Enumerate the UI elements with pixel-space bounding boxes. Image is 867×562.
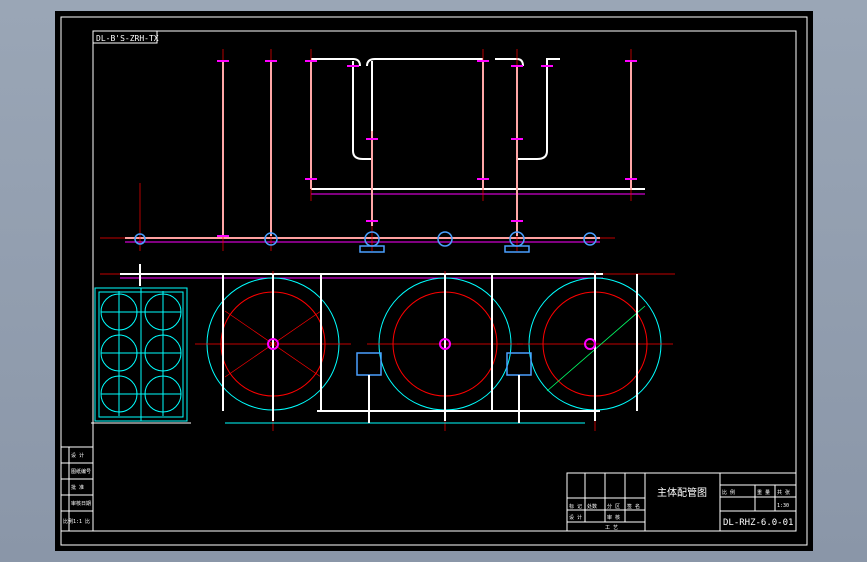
sheet-label: 共 张 <box>777 489 790 496</box>
tank-1 <box>195 271 351 431</box>
tank-3 <box>517 271 673 431</box>
outer-border <box>60 16 808 546</box>
scale-label: 比 例 <box>722 489 735 496</box>
upper-flanges <box>217 60 637 237</box>
title-label-3: 分 区 <box>607 503 620 510</box>
filter-rack <box>91 287 191 424</box>
stamp-box: DL-B'S-ZRH-TX <box>92 30 159 44</box>
bottom-piping <box>225 352 600 424</box>
title-label-5: 设 计 <box>569 514 582 521</box>
title-label-4: 签 名 <box>627 503 640 510</box>
tank-2 <box>367 271 523 431</box>
title-label-6: 审 核 <box>607 514 620 521</box>
scale-value: 1:30 <box>777 503 789 509</box>
stamp-code: DL-B'S-ZRH-TX <box>96 34 159 43</box>
rev-row-3: 批 准 <box>71 484 84 491</box>
rev-row-2: 图纸编号 <box>71 468 91 475</box>
rev-row-5: 比例1:1 比 <box>63 518 90 525</box>
rev-row-1: 设 计 <box>71 452 84 459</box>
title-label-2: 处数 <box>587 503 597 510</box>
title-label-1: 标 记 <box>569 503 582 510</box>
upper-piping <box>125 58 645 243</box>
weight-label: 重 量 <box>757 489 770 496</box>
rev-row-4: 审核日期 <box>71 500 91 507</box>
drawing-title: 主体配管图 <box>657 486 707 499</box>
drawing-number: DL-RHZ-6.0-01 <box>723 518 793 528</box>
lower-manifold <box>120 264 603 286</box>
cad-viewport[interactable]: DL-B'S-ZRH-TX 设 计 图纸编号 批 准 审核日期 比例1:1 比 … <box>55 11 813 551</box>
upper-centerlines <box>100 49 675 275</box>
title-label-7: 工 艺 <box>605 525 618 531</box>
tanks <box>195 271 673 431</box>
piping-drawing: DL-B'S-ZRH-TX 设 计 图纸编号 批 准 审核日期 比例1:1 比 … <box>60 16 808 546</box>
